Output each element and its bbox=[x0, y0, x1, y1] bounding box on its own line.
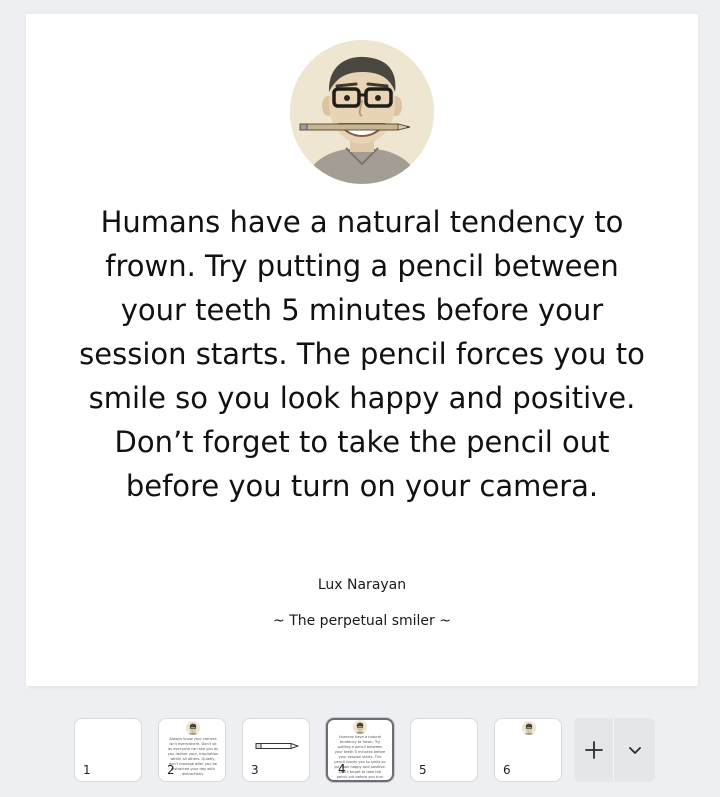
slide-thumbnail-1[interactable]: 1 bbox=[74, 718, 142, 782]
add-slide-control bbox=[574, 718, 655, 782]
mini-avatar-icon bbox=[353, 720, 367, 734]
author-avatar bbox=[290, 40, 434, 184]
mini-avatar-icon bbox=[522, 721, 536, 735]
slide-number: 5 bbox=[419, 763, 427, 777]
slide-number: 4 bbox=[338, 762, 346, 776]
slide-number: 1 bbox=[83, 763, 91, 777]
plus-icon bbox=[584, 741, 603, 759]
slide-number: 3 bbox=[251, 763, 259, 777]
quote-text: Humans have a natural tendency to frown.… bbox=[79, 205, 645, 503]
slide-thumbnail-2[interactable]: Always know your camera isn't everywhere… bbox=[158, 718, 226, 782]
slide-canvas[interactable]: Humans have a natural tendency to frown.… bbox=[26, 14, 698, 686]
add-slide-options-button[interactable] bbox=[614, 718, 655, 782]
thumbnail-text: Always know your camera isn't everywhere… bbox=[167, 737, 219, 776]
chevron-down-icon bbox=[628, 747, 641, 754]
author-tagline: ~ The perpetual smiler ~ bbox=[273, 613, 451, 629]
pencil-icon bbox=[255, 742, 299, 750]
author-name: Lux Narayan bbox=[317, 577, 407, 593]
slide-thumbnail-5[interactable]: 5 bbox=[410, 718, 478, 782]
add-slide-button[interactable] bbox=[574, 718, 614, 782]
slide-number: 6 bbox=[503, 763, 511, 777]
slide-thumbnail-4[interactable]: Humans have a natural tendency to frown.… bbox=[326, 718, 394, 782]
slide-number: 2 bbox=[167, 763, 175, 777]
slide-thumbnail-6[interactable]: 6 bbox=[494, 718, 562, 782]
slide-thumbnail-3[interactable]: 3 bbox=[242, 718, 310, 782]
mini-avatar-icon bbox=[186, 721, 200, 735]
smiling-man-with-pencil-illustration-icon bbox=[290, 40, 434, 184]
